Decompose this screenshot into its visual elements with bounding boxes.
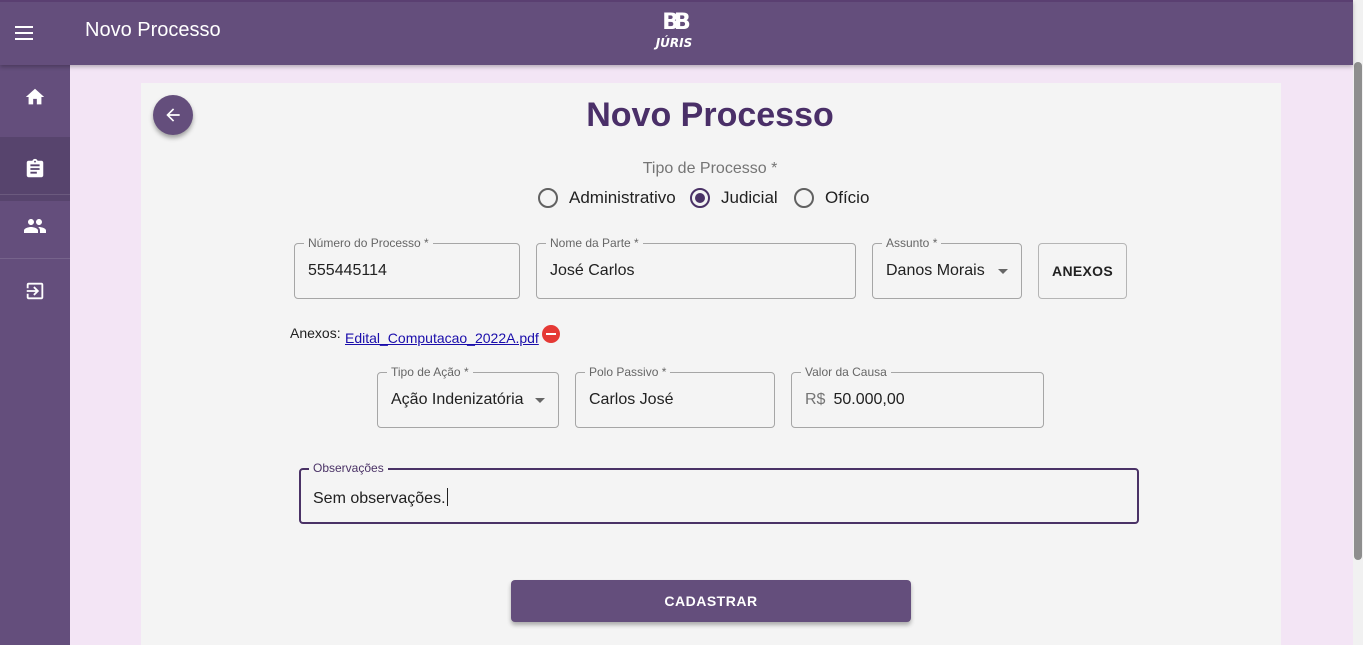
text-caret — [446, 488, 448, 506]
sidebar-item-clientes[interactable] — [0, 194, 70, 258]
field-value: Danos Morais — [886, 262, 985, 279]
valor-causa-field[interactable]: Valor da Causa R$ 50.000,00 — [791, 365, 1044, 428]
field-label: Assunto * — [882, 236, 942, 250]
valor-causa-value: 50.000,00 — [833, 391, 905, 408]
anexos-label: Anexos: — [290, 325, 341, 341]
scrollbar-thumb[interactable] — [1354, 62, 1362, 560]
sidebar-item-processos[interactable] — [0, 137, 70, 201]
radio-circle — [690, 188, 710, 208]
tipo-acao-select[interactable]: Tipo de Ação * Ação Indenizatória — [377, 365, 559, 428]
field-label: Número do Processo * — [304, 236, 433, 250]
field-value: José Carlos — [550, 262, 635, 279]
app-bar: Novo Processo BB JÚRIS — [0, 0, 1353, 65]
logo-mark: BB — [662, 10, 691, 35]
home-icon — [25, 88, 45, 105]
field-label: Polo Passivo * — [585, 365, 671, 379]
logout-icon — [26, 282, 44, 300]
observacoes-value: Sem observações. — [313, 490, 446, 507]
numero-processo-field[interactable]: Número do Processo * 555445114 — [294, 236, 520, 299]
menu-icon[interactable] — [12, 20, 38, 46]
cadastrar-button[interactable]: CADASTRAR — [511, 580, 911, 622]
sidebar — [0, 65, 70, 645]
clipboard-icon — [26, 158, 44, 178]
page-title: Novo Processo — [586, 96, 834, 134]
app-title: Novo Processo — [85, 19, 221, 41]
field-label: Valor da Causa — [801, 365, 891, 379]
radio-circle — [794, 188, 814, 208]
field-value: R$ 50.000,00 — [805, 391, 905, 409]
remove-icon[interactable] — [542, 325, 560, 343]
radio-administrativo[interactable]: Administrativo — [538, 186, 676, 210]
observacoes-field[interactable]: Observações Sem observações. — [299, 461, 1139, 524]
arrow-left-icon — [166, 108, 180, 122]
back-button[interactable] — [153, 95, 193, 135]
logo: BB JÚRIS — [651, 10, 697, 56]
field-label: Nome da Parte * — [546, 236, 643, 250]
currency-prefix: R$ — [805, 391, 826, 408]
field-value: 555445114 — [308, 262, 387, 279]
nome-parte-field[interactable]: Nome da Parte * José Carlos — [536, 236, 856, 299]
radio-circle — [538, 188, 558, 208]
polo-passivo-field[interactable]: Polo Passivo * Carlos José — [575, 365, 775, 428]
field-value: Carlos José — [589, 391, 674, 408]
sidebar-item-sair[interactable] — [0, 259, 70, 323]
sidebar-item-home[interactable] — [0, 65, 70, 129]
field-label: Observações — [309, 461, 388, 475]
dropdown-arrow-icon — [535, 398, 545, 403]
radio-label: Judicial — [721, 188, 778, 207]
radio-judicial[interactable]: Judicial — [690, 186, 778, 210]
assunto-select[interactable]: Assunto * Danos Morais — [872, 236, 1022, 299]
tipo-processo-label: Tipo de Processo * — [642, 160, 778, 177]
radio-label: Administrativo — [569, 188, 676, 207]
radio-label: Ofício — [825, 188, 870, 207]
dropdown-arrow-icon — [998, 269, 1008, 274]
logo-text: JÚRIS — [655, 36, 693, 50]
anexos-button[interactable]: ANEXOS — [1038, 243, 1127, 299]
anexo-file-link[interactable]: Edital_Computacao_2022A.pdf — [345, 330, 539, 346]
field-value: Sem observações. — [313, 488, 448, 508]
radio-oficio[interactable]: Ofício — [794, 186, 869, 210]
field-label: Tipo de Ação * — [387, 365, 473, 379]
people-icon — [24, 219, 46, 233]
field-value: Ação Indenizatória — [391, 391, 524, 408]
